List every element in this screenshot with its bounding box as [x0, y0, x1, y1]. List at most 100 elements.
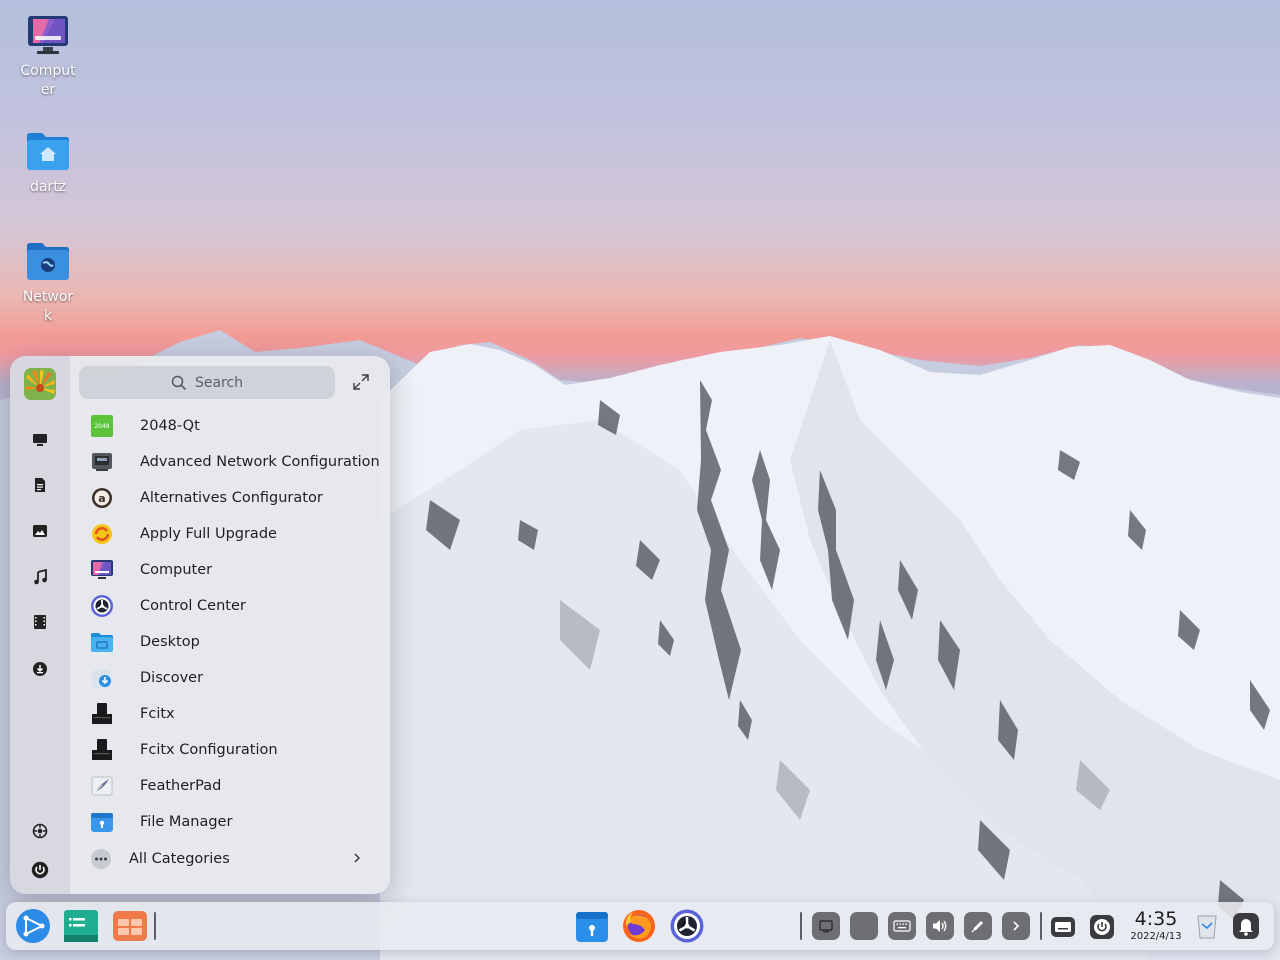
firefox-button[interactable] [621, 908, 657, 944]
clock-time: 4:35 [1134, 908, 1178, 930]
app-item-advanced-network-configuration[interactable]: Advanced Network Configuration [80, 444, 390, 480]
trash-button[interactable] [1191, 910, 1223, 942]
app-name: Fcitx [140, 706, 175, 722]
dock-separator [154, 912, 156, 940]
sidebar-pictures-button[interactable] [28, 519, 52, 543]
svg-text:2048: 2048 [94, 423, 109, 430]
app-name: Apply Full Upgrade [140, 526, 277, 542]
settings-icon [32, 823, 48, 839]
power-icon [31, 861, 49, 879]
home-folder-icon [25, 128, 71, 174]
app-name: Fcitx Configuration [140, 742, 278, 758]
app-item-control-center[interactable]: Control Center [80, 588, 390, 624]
launcher-button[interactable] [15, 908, 51, 944]
svg-text:a: a [98, 492, 105, 505]
network-folder-icon [25, 238, 71, 284]
control-center-dock-button[interactable] [669, 908, 705, 944]
app-list: 2048 2048-Qt Advanced Network Configurat… [80, 408, 390, 840]
shutdown-button[interactable] [1087, 912, 1117, 942]
desktop-icon-computer[interactable]: Computer [8, 12, 88, 100]
screen-record-button[interactable] [812, 912, 840, 940]
desktop-icon-label: Network [22, 289, 74, 324]
workspace-button[interactable] [112, 908, 148, 944]
app-item-apply-full-upgrade[interactable]: Apply Full Upgrade [80, 516, 390, 552]
expand-icon [353, 374, 369, 390]
fullscreen-toggle-button[interactable] [352, 373, 370, 391]
chevron-right-icon [354, 853, 360, 863]
desktop-folder-icon [91, 633, 113, 652]
power-icon [1090, 915, 1114, 939]
more-icon [91, 849, 111, 869]
app-name: Control Center [140, 598, 246, 614]
input-method-button[interactable] [1048, 912, 1078, 942]
onscreen-keyboard-button[interactable] [888, 912, 916, 940]
desktop-icon-network[interactable]: Network [8, 238, 88, 326]
sidebar-music-button[interactable] [28, 565, 52, 589]
taskbar-dock: 4:35 2022/4/13 [6, 902, 1274, 950]
app-item-desktop[interactable]: Desktop [80, 624, 390, 660]
search-input[interactable]: Search [79, 366, 335, 399]
app-item-alternatives-configurator[interactable]: a Alternatives Configurator [80, 480, 390, 516]
notification-button[interactable] [1230, 910, 1262, 942]
app-item-discover[interactable]: Discover [80, 660, 390, 696]
pen-tool-button[interactable] [964, 912, 992, 940]
multitask-view-button[interactable] [63, 908, 99, 944]
alternatives-icon: a [92, 488, 112, 508]
desktop-icon-dartz[interactable]: dartz [8, 128, 88, 197]
network-config-icon [92, 453, 112, 471]
app-item-featherpad[interactable]: FeatherPad [80, 768, 390, 804]
file-manager-icon [91, 813, 113, 832]
launcher-sidebar [10, 356, 70, 894]
launcher-icon [16, 909, 50, 943]
download-icon [33, 662, 47, 676]
control-center-icon [91, 595, 113, 617]
workspace-icon [113, 911, 147, 941]
clock-widget[interactable]: 4:35 2022/4/13 [1130, 908, 1182, 943]
app-item-file-manager[interactable]: File Manager [80, 804, 390, 840]
computer-icon [33, 434, 47, 446]
app-name: Alternatives Configurator [140, 490, 323, 506]
dock-separator [1040, 912, 1042, 940]
document-icon [35, 478, 45, 492]
computer-icon [25, 12, 71, 58]
app-launcher-menu: Search 2048 2048-Qt Advanced Network Con… [10, 356, 390, 894]
dock-separator [800, 912, 802, 940]
volume-button[interactable] [926, 912, 954, 940]
keyboard-icon [92, 703, 112, 724]
app-name: Computer [140, 562, 213, 578]
picture-icon [33, 525, 47, 537]
app-store-icon [576, 912, 608, 942]
discover-icon [92, 670, 111, 688]
keyboard-config-icon [92, 739, 112, 760]
app-name: Advanced Network Configuration [140, 454, 380, 470]
search-placeholder: Search [194, 374, 244, 391]
sidebar-settings-button[interactable] [28, 819, 52, 843]
app-item-2048[interactable]: 2048 2048-Qt [80, 408, 390, 444]
control-center-icon [670, 909, 704, 943]
sidebar-power-button[interactable] [28, 858, 52, 882]
sidebar-documents-button[interactable] [28, 473, 52, 497]
all-categories-label: All Categories [129, 851, 230, 867]
all-categories-button[interactable]: All Categories [90, 844, 380, 874]
trash-icon [1197, 915, 1217, 939]
user-avatar[interactable] [24, 368, 56, 400]
music-icon [34, 569, 47, 585]
keyboard-icon [893, 920, 911, 932]
sidebar-computer-button[interactable] [28, 428, 52, 452]
sidebar-downloads-button[interactable] [28, 657, 52, 681]
app-name: 2048-Qt [140, 418, 200, 434]
app-item-fcitx-configuration[interactable]: Fcitx Configuration [80, 732, 390, 768]
sidebar-videos-button[interactable] [28, 610, 52, 634]
firefox-icon [623, 910, 655, 942]
expand-tray-button[interactable] [1002, 912, 1030, 940]
2048-icon: 2048 [91, 415, 113, 437]
app-store-button[interactable] [574, 908, 610, 944]
app-item-computer[interactable]: Computer [80, 552, 390, 588]
multitask-icon [64, 910, 98, 942]
computer-icon [91, 560, 113, 579]
app-name: File Manager [140, 814, 233, 830]
video-icon [34, 615, 46, 629]
app-item-fcitx[interactable]: Fcitx [80, 696, 390, 732]
tray-blank-button[interactable] [850, 912, 878, 940]
arrow-right-icon [1013, 921, 1020, 931]
